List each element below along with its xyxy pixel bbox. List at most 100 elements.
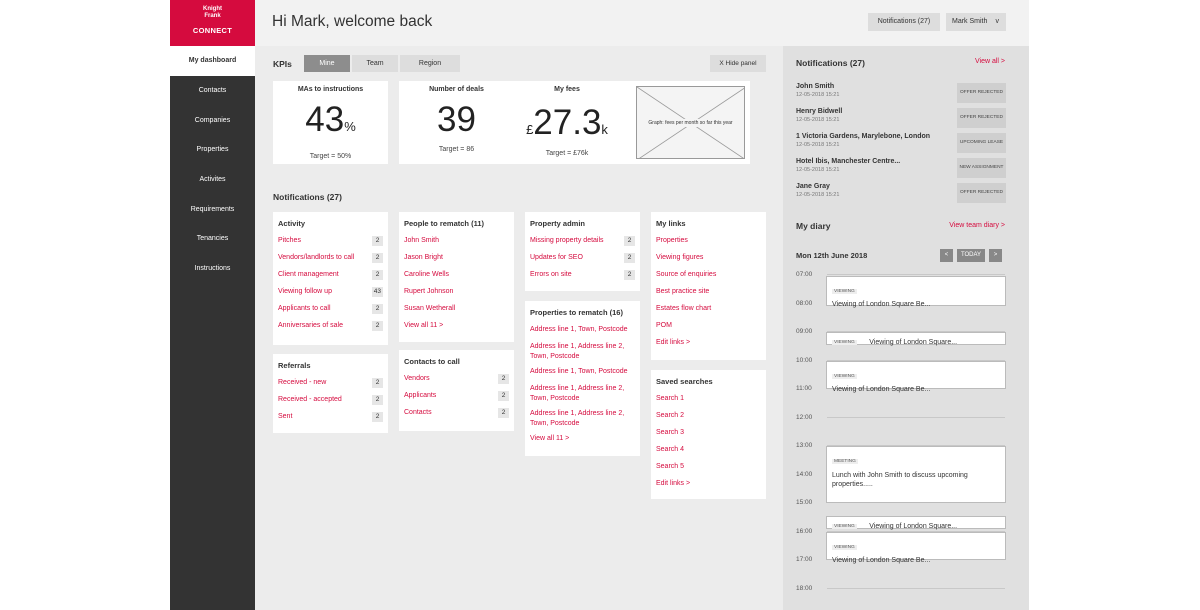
tab-team[interactable]: Team — [352, 55, 398, 72]
sidebar-item-activites[interactable]: Activites — [170, 165, 255, 195]
diary-event[interactable]: VIEWING Viewing of London Square Be... — [826, 532, 1006, 564]
list-item[interactable]: Address line 1, Town, Postcode — [530, 367, 635, 384]
diary-event[interactable]: VIEWING Viewing of London Square Be... — [826, 361, 1006, 393]
list-item[interactable]: Updates for SEO 2 — [530, 253, 635, 270]
list-item[interactable]: Received - accepted 2 — [278, 395, 383, 412]
sidebar-item-companies[interactable]: Companies — [170, 106, 255, 136]
list-item[interactable]: Client management 2 — [278, 270, 383, 287]
list-item[interactable]: Address line 1, Town, Postcode — [530, 325, 635, 342]
list-item[interactable]: Jason Bright — [404, 253, 509, 270]
saved-search-item[interactable]: Search 5 — [656, 462, 761, 479]
link-item[interactable]: Source of enquiries — [656, 270, 761, 287]
today-button[interactable]: TODAY — [957, 249, 985, 262]
brand-line-2: Frank — [204, 13, 221, 19]
graph-label: Graph: fees per month so far this year — [637, 119, 744, 127]
count-badge: 2 — [624, 253, 635, 263]
list-item[interactable]: Contacts 2 — [404, 408, 509, 425]
list-item[interactable]: Address line 1, Address line 2, Town, Po… — [530, 384, 635, 409]
card-title: Contacts to call — [404, 357, 460, 366]
notification-item[interactable]: Henry Bidwell 12-05-2018 15:21 OFFER REJ… — [796, 108, 1006, 130]
edit-links-link[interactable]: Edit links > — [656, 479, 761, 496]
list-item[interactable]: John Smith — [404, 236, 509, 253]
edit-links-link[interactable]: Edit links > — [656, 338, 761, 355]
user-menu-button[interactable]: Mark Smith v — [946, 13, 1006, 31]
count-badge: 2 — [624, 236, 635, 246]
list-item[interactable]: Caroline Wells — [404, 270, 509, 287]
list-item[interactable]: Pitches 2 — [278, 236, 383, 253]
list-item[interactable]: Anniversaries of sale 2 — [278, 321, 383, 338]
view-all-notifications-link[interactable]: View all > — [975, 58, 1005, 65]
prev-day-button[interactable]: < — [940, 249, 953, 262]
notification-item[interactable]: Hotel Ibis, Manchester Centre... 12-05-2… — [796, 158, 1006, 180]
count-badge: 43 — [371, 287, 383, 297]
sidebar-item-contacts[interactable]: Contacts — [170, 76, 255, 106]
kpi-target: Target = £76k — [545, 150, 589, 157]
list-item[interactable]: Rupert Johnson — [404, 287, 509, 304]
card-title: Referrals — [278, 361, 311, 370]
list-item[interactable]: Vendors/landlords to call 2 — [278, 253, 383, 270]
count-badge: 2 — [372, 253, 383, 263]
sidebar-item-properties[interactable]: Properties — [170, 135, 255, 165]
notifications-title: Notifications (27) — [273, 192, 342, 202]
saved-search-item[interactable]: Search 4 — [656, 445, 761, 462]
link-item[interactable]: POM — [656, 321, 761, 338]
list-item[interactable]: Address line 1, Address line 2, Town, Po… — [530, 342, 635, 367]
sidebar-item-requirements[interactable]: Requirements — [170, 195, 255, 225]
event-text: Viewing of London Square... — [869, 523, 958, 531]
sidebar-item-instructions[interactable]: Instructions — [170, 254, 255, 284]
list-item[interactable]: Address line 1, Address line 2, Town, Po… — [530, 409, 635, 434]
hour-label: 11:00 — [796, 385, 812, 392]
view-team-diary-link[interactable]: View team diary > — [949, 222, 1005, 229]
hour-label: 10:00 — [796, 357, 813, 364]
logo[interactable]: Knight Frank CONNECT — [170, 0, 255, 46]
saved-search-item[interactable]: Search 2 — [656, 411, 761, 428]
hide-panel-button[interactable]: X Hide panel — [710, 55, 766, 72]
count-badge: 2 — [498, 391, 509, 401]
list-item[interactable]: Applicants 2 — [404, 391, 509, 408]
list-item[interactable]: Vendors 2 — [404, 374, 509, 391]
hour-label: 08:00 — [796, 300, 813, 307]
kpi-target: Target = 86 — [438, 146, 475, 153]
list-item[interactable]: Viewing follow up 43 — [278, 287, 383, 304]
link-item[interactable]: Best practice site — [656, 287, 761, 304]
list-item[interactable]: Susan Wetherall — [404, 304, 509, 321]
diary-event[interactable]: VIEWING Viewing of London Square Be... — [826, 276, 1006, 308]
next-day-button[interactable]: > — [989, 249, 1002, 262]
status-badge: OFFER REJECTED — [957, 108, 1006, 128]
link-item[interactable]: Viewing figures — [656, 253, 761, 270]
count-badge: 2 — [372, 321, 383, 331]
link-item[interactable]: Properties — [656, 236, 761, 253]
diary-event[interactable]: VIEWING Viewing of London Square... — [826, 332, 1006, 346]
kpi-card-fees: My fees £27.3k Target = £76k Graph: fees… — [509, 81, 750, 164]
diary-event[interactable]: VIEWING Viewing of London Square... — [826, 516, 1006, 531]
saved-search-item[interactable]: Search 3 — [656, 428, 761, 445]
sidebar-item-tenancies[interactable]: Tenancies — [170, 224, 255, 254]
kpi-card-mas: MAs to instructions 43% Target = 50% — [273, 81, 388, 164]
brand-line-1: Knight — [203, 6, 222, 12]
sidebar-item-my-dashboard[interactable]: My dashboard — [170, 46, 255, 76]
hour-label: 14:00 — [796, 471, 813, 478]
list-item[interactable]: Received - new 2 — [278, 378, 383, 395]
hour-divider — [827, 588, 1005, 589]
hour-label: 13:00 — [796, 442, 813, 449]
list-item[interactable]: Errors on site 2 — [530, 270, 635, 287]
view-all-link[interactable]: View all 11 > — [530, 434, 635, 451]
list-item[interactable]: Applicants to call 2 — [278, 304, 383, 321]
diary-date: Mon 12th June 2018 — [796, 251, 868, 260]
saved-search-item[interactable]: Search 1 — [656, 394, 761, 411]
tab-mine[interactable]: Mine — [304, 55, 350, 72]
notification-item[interactable]: John Smith 12-05-2018 15:21 OFFER REJECT… — [796, 83, 1006, 105]
hour-label: 16:00 — [796, 528, 813, 535]
notifications-button[interactable]: Notifications (27) — [868, 13, 940, 31]
notification-item[interactable]: 1 Victoria Gardens, Marylebone, London 1… — [796, 133, 1006, 155]
notification-item[interactable]: Jane Gray 12-05-2018 15:21 OFFER REJECTE… — [796, 183, 1006, 205]
view-all-link[interactable]: View all 11 > — [404, 321, 509, 338]
card-title: Saved searches — [656, 377, 713, 386]
kpi-label: Number of deals — [429, 86, 484, 93]
list-item[interactable]: Missing property details 2 — [530, 236, 635, 253]
diary-event[interactable]: MEETING Lunch with John Smith to discuss… — [826, 446, 1006, 503]
link-item[interactable]: Estates flow chart — [656, 304, 761, 321]
tab-region[interactable]: Region — [400, 55, 460, 72]
list-item[interactable]: Sent 2 — [278, 412, 383, 429]
event-text: Viewing of London Square Be... — [832, 557, 931, 564]
